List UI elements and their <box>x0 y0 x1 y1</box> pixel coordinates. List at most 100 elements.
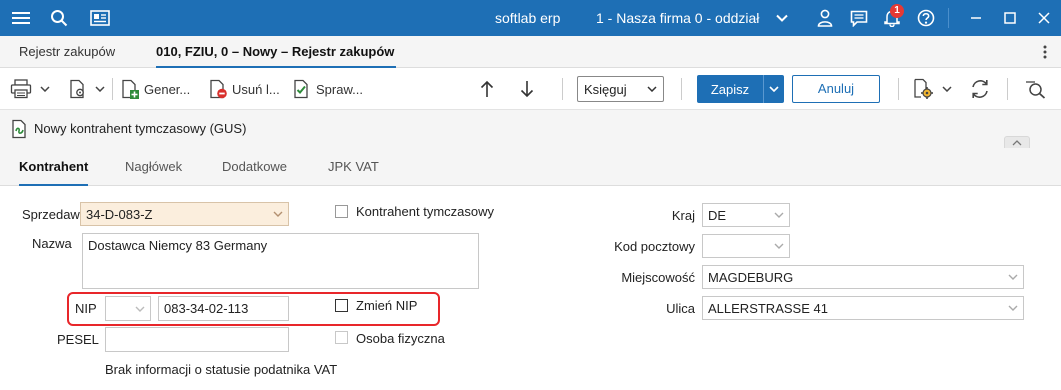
natural-person-label: Osoba fizyczna <box>356 331 445 346</box>
generate-label: Gener... <box>144 81 191 97</box>
cancel-button[interactable]: Anuluj <box>792 75 880 103</box>
messages-icon[interactable] <box>847 0 871 36</box>
city-value: MAGDEBURG <box>708 269 794 285</box>
search-list-icon <box>1026 81 1046 99</box>
street-label: Ulica <box>666 301 695 316</box>
tab-purchase-register[interactable]: Rejestr zakupów <box>19 36 115 68</box>
move-up-button[interactable] <box>479 77 495 101</box>
tab-header[interactable]: Nagłówek <box>125 148 182 186</box>
change-nip-checkbox[interactable] <box>335 299 348 312</box>
attachments-button[interactable] <box>68 77 105 101</box>
app-name: softlab erp <box>495 10 561 26</box>
delete-button[interactable]: Usuń l... <box>208 77 280 101</box>
change-nip-label: Zmień NIP <box>356 298 418 313</box>
gear-document-icon <box>914 78 933 99</box>
pesel-label: PESEL <box>57 332 99 347</box>
info-text: Nowy kontrahent tymczasowy (GUS) <box>34 121 247 136</box>
collapse-button[interactable] <box>1004 136 1030 148</box>
name-value: Dostawca Niemcy 83 Germany <box>88 238 268 253</box>
temporary-contractor-icon <box>11 119 29 142</box>
street-select[interactable]: ALLERSTRASSE 41 <box>702 296 1024 320</box>
postal-code-label: Kod pocztowy <box>614 239 695 254</box>
notification-badge: 1 <box>890 4 904 18</box>
chevron-up-icon <box>1012 140 1022 146</box>
natural-person-checkbox[interactable] <box>335 331 348 344</box>
toolbar-separator <box>562 78 563 100</box>
country-select[interactable]: DE <box>702 203 790 227</box>
tab-new-document[interactable]: 010, FZIU, 0 – Nowy – Rejestr zakupów <box>156 36 396 68</box>
seller-value: 34-D-083-Z <box>86 206 153 222</box>
pesel-input[interactable] <box>105 327 289 352</box>
save-button[interactable]: Zapisz <box>697 75 784 103</box>
chevron-down-icon <box>273 211 283 217</box>
tab-additional[interactable]: Dodatkowe <box>222 148 287 186</box>
check-document-icon <box>294 79 308 99</box>
print-button[interactable] <box>10 77 50 101</box>
menu-icon[interactable] <box>8 0 34 36</box>
post-label: Księguj <box>584 81 627 97</box>
company-selector[interactable]: 1 - Nasza firma 0 - oddział <box>596 0 759 36</box>
temp-contractor-checkbox[interactable] <box>335 205 348 218</box>
search-icon[interactable] <box>46 0 72 36</box>
help-icon[interactable] <box>914 0 938 36</box>
generate-button[interactable]: Gener... <box>120 77 190 101</box>
name-field[interactable]: Dostawca Niemcy 83 Germany <box>82 233 479 289</box>
chevron-down-icon <box>774 243 784 249</box>
chevron-down-icon <box>1008 305 1018 311</box>
chevron-down-icon <box>40 86 50 92</box>
toolbar-separator <box>112 78 113 100</box>
document-settings-icon <box>70 79 84 99</box>
city-label: Miejscowość <box>621 270 695 285</box>
titlebar-divider <box>948 8 949 28</box>
delete-label: Usuń l... <box>232 81 280 97</box>
delete-document-icon <box>210 79 227 99</box>
chevron-down-icon <box>1008 274 1018 280</box>
actions-button[interactable] <box>912 77 952 101</box>
title-bar: softlab erp 1 - Nasza firma 0 - oddział … <box>0 0 1061 36</box>
check-button[interactable]: Spraw... <box>292 77 363 101</box>
more-vertical-icon[interactable] <box>1038 36 1052 68</box>
check-label: Spraw... <box>316 81 363 97</box>
seller-field[interactable]: 34-D-083-Z <box>80 202 289 226</box>
tab-jpk-vat[interactable]: JPK VAT <box>328 148 379 186</box>
country-label: Kraj <box>671 208 695 223</box>
document-tabs: Rejestr zakupów 010, FZIU, 0 – Nowy – Re… <box>0 36 1061 68</box>
printer-icon <box>10 79 32 99</box>
name-label: Nazwa <box>32 236 72 251</box>
postal-code-select[interactable] <box>702 234 790 258</box>
maximize-icon[interactable] <box>1000 0 1020 36</box>
street-value: ALLERSTRASSE 41 <box>708 300 828 316</box>
chevron-down-icon <box>647 86 657 92</box>
toolbar-separator <box>1007 78 1008 100</box>
chevron-down-icon <box>769 86 779 92</box>
add-document-icon <box>122 79 139 99</box>
arrow-up-icon <box>480 80 494 97</box>
vat-status-text: Brak informacji o statusie podatnika VAT <box>105 362 338 377</box>
nip-label: NIP <box>75 301 97 316</box>
chevron-down-icon <box>135 306 145 312</box>
chevron-down-icon[interactable] <box>772 0 792 36</box>
city-select[interactable]: MAGDEBURG <box>702 265 1024 289</box>
post-select[interactable]: Księguj <box>577 76 664 102</box>
temp-contractor-label: Kontrahent tymczasowy <box>356 204 495 219</box>
nip-input[interactable]: 083-34-02-113 <box>158 296 289 321</box>
toolbar: Gener... Usuń l... Spraw... Księguj Zapi… <box>0 68 1061 110</box>
chevron-down-icon <box>774 212 784 218</box>
info-bar: Nowy kontrahent tymczasowy (GUS) <box>0 110 1061 148</box>
chevron-down-icon <box>95 86 105 92</box>
tab-contractor[interactable]: Kontrahent <box>19 148 89 186</box>
news-icon[interactable] <box>86 0 114 36</box>
arrow-down-icon <box>520 81 534 98</box>
refresh-icon <box>972 80 988 98</box>
close-icon[interactable] <box>1034 0 1054 36</box>
country-value: DE <box>708 207 727 223</box>
save-label: Zapisz <box>710 81 750 97</box>
user-icon[interactable] <box>813 0 837 36</box>
nip-value: 083-34-02-113 <box>164 301 249 316</box>
move-down-button[interactable] <box>519 77 535 101</box>
refresh-button[interactable] <box>969 77 991 101</box>
nip-prefix-select[interactable] <box>105 296 151 321</box>
filter-search-button[interactable] <box>1025 77 1047 101</box>
save-dropdown[interactable] <box>763 75 784 103</box>
minimize-icon[interactable] <box>966 0 986 36</box>
